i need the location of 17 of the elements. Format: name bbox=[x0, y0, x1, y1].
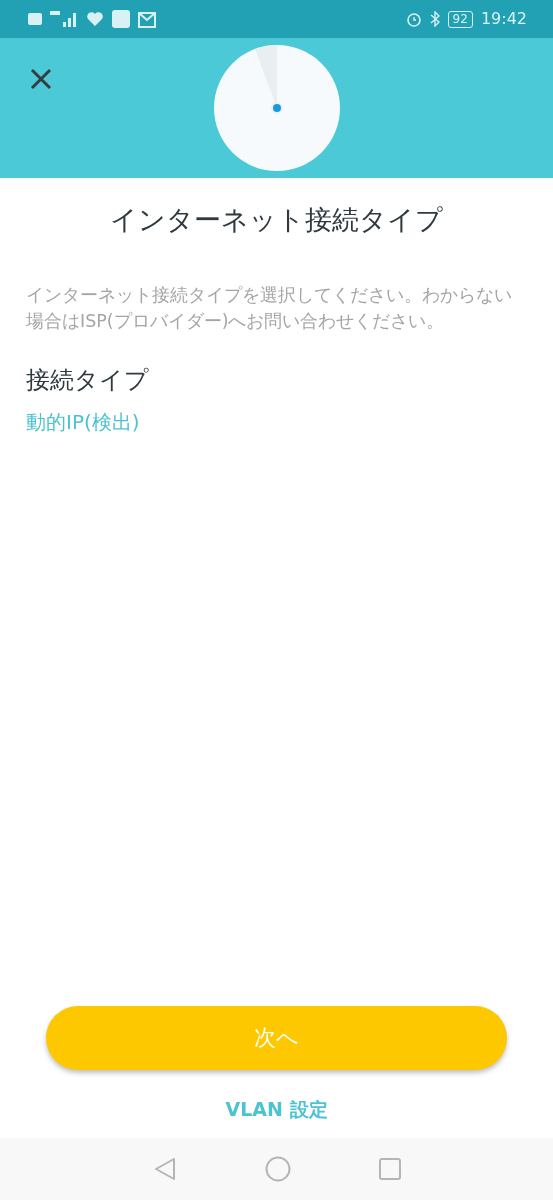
section-heading: 接続タイプ bbox=[26, 366, 150, 396]
home-icon[interactable] bbox=[264, 1156, 291, 1182]
recents-icon[interactable] bbox=[378, 1158, 401, 1180]
alarm-icon bbox=[405, 11, 422, 27]
heart-icon bbox=[86, 11, 104, 27]
clock-time: 19:42 bbox=[480, 8, 527, 30]
vlan-settings-link[interactable]: VLAN 設定 bbox=[219, 1093, 334, 1124]
next-button[interactable]: 次へ bbox=[46, 1005, 507, 1070]
description-text: インターネット接続タイプを選択してください。わからない場合はISP(プロバイダー)へお問い合わせください。 bbox=[26, 284, 513, 334]
page-title: インターネット接続タイプ bbox=[109, 204, 444, 237]
connection-type-link[interactable]: 動的IP(検出) bbox=[26, 407, 140, 438]
signal-icon bbox=[50, 10, 78, 28]
close-icon bbox=[30, 67, 52, 90]
bluetooth-icon bbox=[429, 11, 440, 27]
mail-icon bbox=[138, 10, 156, 28]
back-icon[interactable] bbox=[152, 1157, 177, 1181]
battery-level: 92 bbox=[447, 10, 473, 28]
